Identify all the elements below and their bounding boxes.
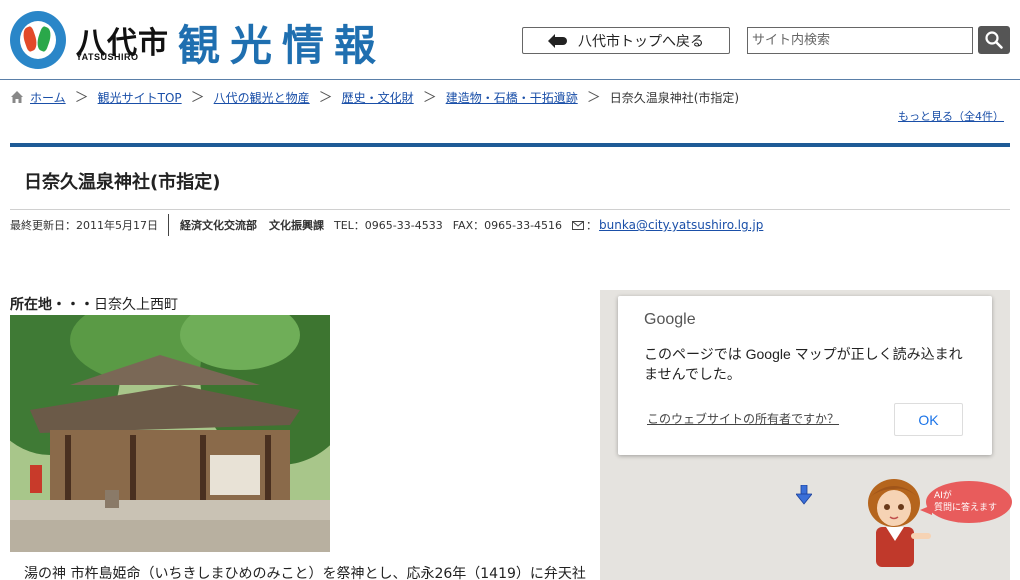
mail-colon: ： (586, 219, 598, 232)
breadcrumb-separator: ＞ (422, 90, 437, 106)
ai-bubble-line2: 質問に答えます (934, 503, 998, 513)
city-logo-icon[interactable] (10, 11, 66, 69)
map-error-message: このページでは Google マップが正しく読み込まれませんでした。 (644, 346, 963, 382)
last-updated: 最終更新日：2011年5月17日 (10, 214, 169, 236)
return-arrow-icon (548, 34, 568, 48)
owner-link[interactable]: このウェブサイトの所有者ですか？ (647, 410, 839, 427)
ai-speech-bubble: AIが 質問に答えます (920, 481, 1012, 523)
breadcrumb-buildings-link[interactable]: 建造物・石橋・干拓遺跡 (446, 89, 578, 106)
breadcrumb-tourism-products-link[interactable]: 八代の観光と物産 (214, 89, 310, 106)
ok-button[interactable]: OK (894, 403, 963, 436)
email-link[interactable]: bunka@city.yatsushiro.lg.jp (599, 218, 763, 232)
home-icon (11, 91, 23, 103)
section-name: 文化振興課 (269, 219, 324, 232)
breadcrumb-separator: ＞ (190, 90, 205, 106)
breadcrumb-tourism-top-link[interactable]: 観光サイトTOP (98, 89, 182, 106)
map-error-dialog: Google このページでは Google マップが正しく読み込まれませんでした… (618, 296, 992, 455)
breadcrumb-separator: ＞ (74, 90, 89, 106)
location-line: 所在地・・・日奈久上西町 (10, 294, 178, 314)
assistant-avatar-icon (868, 479, 931, 567)
search-button[interactable] (978, 26, 1010, 54)
page-title-box: 日奈久温泉神社(市指定) (10, 143, 1010, 210)
city-top-button[interactable]: 八代市トップへ戻る (522, 27, 730, 54)
city-roman-name: YATSUSHIRO (76, 52, 139, 62)
breadcrumb-more-link[interactable]: もっと見る（全4件） (898, 108, 1004, 124)
location-value: 日奈久上西町 (94, 297, 178, 313)
site-header: 八代市 YATSUSHIRO 観光情報 八代市トップへ戻る (0, 0, 1020, 80)
fax-number: FAX：0965-33-4516 (452, 219, 563, 232)
breadcrumb-separator: ＞ (586, 90, 601, 106)
page-meta: 最終更新日：2011年5月17日 経済文化交流部 文化振興課 TEL：0965-… (10, 214, 763, 236)
breadcrumb-separator: ＞ (318, 90, 333, 106)
mail-icon (572, 220, 585, 230)
ai-bubble-line1: AIが (934, 491, 952, 501)
breadcrumb: ホーム ＞ 観光サイトTOP ＞ 八代の観光と物産 ＞ 歴史・文化財 ＞ 建造物… (10, 88, 739, 106)
shrine-photo (10, 315, 330, 552)
breadcrumb-current: 日奈久温泉神社(市指定) (609, 90, 740, 105)
breadcrumb-home-link[interactable]: ホーム (30, 89, 66, 106)
search-input[interactable] (747, 27, 973, 54)
department-name: 経済文化交流部 (180, 219, 257, 232)
ai-assistant-widget[interactable]: AIが 質問に答えます (856, 475, 1016, 570)
breadcrumb-history-link[interactable]: 歴史・文化財 (342, 89, 414, 106)
location-label: 所在地・・・ (10, 297, 94, 313)
search-icon (985, 31, 1003, 49)
phone-number: TEL：0965-33-4533 (334, 219, 443, 232)
page-title: 日奈久温泉神社(市指定) (24, 172, 221, 193)
arrow-down-icon (796, 485, 812, 505)
description-text: 湯の神 市杵島姫命（いちきしまひめのみこと）を祭神とし、応永26年（1419）に… (24, 566, 586, 580)
city-top-button-label: 八代市トップへ戻る (578, 33, 704, 50)
site-title[interactable]: 観光情報 (178, 12, 386, 73)
google-logo: Google (644, 311, 696, 328)
